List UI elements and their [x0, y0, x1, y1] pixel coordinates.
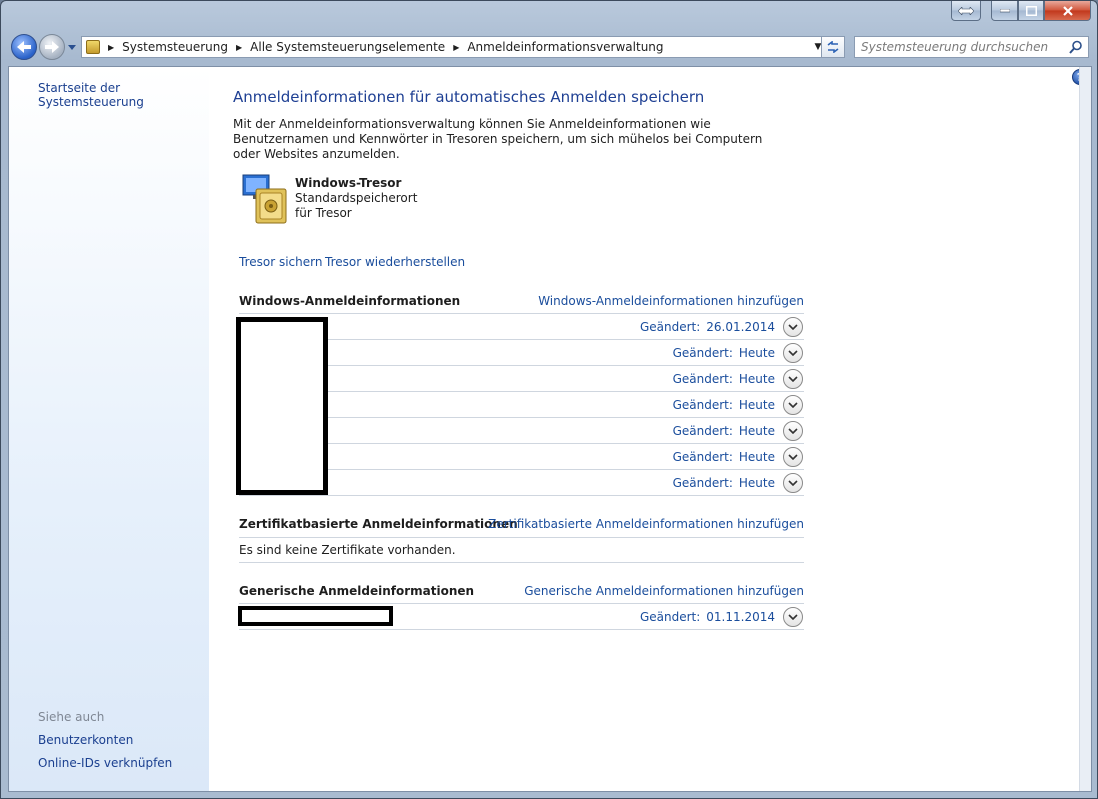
section-title: Zertifikatbasierte Anmeldeinformationen — [239, 517, 518, 531]
arrow-left-icon — [17, 41, 31, 53]
breadcrumb-item[interactable]: Systemsteuerung — [122, 40, 228, 54]
section-title: Windows-Anmeldeinformationen — [239, 294, 461, 308]
search-input[interactable] — [855, 37, 1067, 57]
arrow-right-icon — [45, 41, 59, 53]
expand-icon[interactable] — [783, 606, 803, 627]
content-frame: Startseite der Systemsteuerung Siehe auc… — [8, 66, 1092, 792]
breadcrumb-item[interactable]: Alle Systemsteuerungselemente — [250, 40, 445, 54]
add-windows-credential-link[interactable]: Windows-Anmeldeinformationen hinzufügen — [538, 294, 804, 308]
vault-description-line: für Tresor — [295, 206, 352, 220]
changed-date: Heute — [738, 423, 775, 438]
caption-buttons — [951, 1, 1091, 21]
changed-date: Heute — [738, 397, 775, 412]
refresh-icon — [827, 41, 839, 53]
certificate-credentials-header: Zertifikatbasierte Anmeldeinformationen … — [239, 517, 804, 537]
changed-label: Geändert: — [672, 449, 733, 464]
redacted-generic-credential-name — [238, 606, 393, 626]
user-accounts-link[interactable]: Benutzerkonten — [38, 733, 133, 747]
changed-label: Geändert: — [672, 371, 733, 386]
expand-icon[interactable] — [783, 394, 803, 415]
minimize-icon — [999, 8, 1010, 12]
changed-label: Geändert: — [672, 475, 733, 490]
add-certificate-credential-link[interactable]: Zertifikatbasierte Anmeldeinformationen … — [488, 517, 804, 531]
expand-icon[interactable] — [783, 472, 803, 493]
changed-label: Geändert: — [672, 423, 733, 438]
backup-vault-link[interactable]: Tresor sichern — [239, 255, 322, 269]
maximize-icon — [1025, 5, 1037, 16]
changed-label: Geändert: — [672, 397, 733, 412]
control-panel-home-link[interactable]: Startseite der Systemsteuerung — [38, 81, 209, 109]
close-icon — [1062, 5, 1073, 16]
vault-title: Windows-Tresor — [295, 176, 402, 190]
intro-text: Mit der Anmeldeinformationsverwaltung kö… — [233, 117, 763, 161]
expand-icon[interactable] — [783, 342, 803, 363]
vault-icon — [241, 173, 291, 225]
breadcrumb-arrow-icon[interactable]: ▶ — [236, 43, 242, 52]
changed-label: Geändert: — [639, 319, 701, 334]
forward-button[interactable] — [39, 34, 65, 60]
expand-icon[interactable] — [783, 446, 803, 467]
section-title: Generische Anmeldeinformationen — [239, 584, 475, 598]
link-online-ids-link[interactable]: Online-IDs verknüpfen — [38, 756, 172, 770]
resize-button[interactable] — [951, 1, 981, 21]
search-box[interactable] — [854, 36, 1089, 58]
breadcrumb-arrow-icon[interactable]: ▶ — [453, 43, 459, 52]
address-bar[interactable]: ▶ Systemsteuerung ▶ Alle Systemsteuerung… — [81, 36, 829, 58]
changed-date: 26.01.2014 — [706, 319, 775, 334]
changed-date: Heute — [738, 371, 775, 386]
search-icon[interactable] — [1067, 38, 1085, 56]
task-pane: Startseite der Systemsteuerung Siehe auc… — [9, 67, 209, 791]
see-also-heading: Siehe auch — [38, 710, 105, 724]
windows-credentials-header: Windows-Anmeldeinformationen Windows-Anm… — [239, 294, 804, 314]
changed-date: Heute — [738, 345, 775, 360]
breadcrumb-item[interactable]: Anmeldeinformationsverwaltung — [467, 40, 663, 54]
redacted-credential-names — [236, 317, 328, 495]
add-generic-credential-link[interactable]: Generische Anmeldeinformationen hinzufüg… — [524, 584, 804, 598]
chevron-down-icon — [68, 44, 76, 50]
close-button[interactable] — [1044, 1, 1091, 21]
recent-pages-dropdown[interactable] — [66, 41, 78, 53]
maximize-button[interactable] — [1018, 1, 1044, 21]
minimize-button[interactable] — [991, 1, 1018, 21]
changed-date: Heute — [738, 475, 775, 490]
page-title: Anmeldeinformationen für automatisches A… — [233, 88, 705, 106]
changed-label: Geändert: — [672, 345, 733, 360]
changed-date: Heute — [738, 449, 775, 464]
expand-icon[interactable] — [783, 368, 803, 389]
changed-label: Geändert: — [639, 609, 701, 624]
right-border — [1079, 67, 1091, 791]
vault-description-line: Standardspeicherort — [295, 191, 418, 205]
breadcrumb-arrow-icon[interactable]: ▶ — [108, 43, 114, 52]
expand-icon[interactable] — [783, 420, 803, 441]
explorer-window: ▶ Systemsteuerung ▶ Alle Systemsteuerung… — [0, 0, 1098, 799]
expand-icon[interactable] — [783, 316, 803, 337]
double-arrow-icon — [958, 6, 974, 15]
refresh-button[interactable] — [821, 36, 845, 58]
navigation-bar: ▶ Systemsteuerung ▶ Alle Systemsteuerung… — [9, 31, 1089, 63]
no-certificates-message: Es sind keine Zertifikate vorhanden. — [239, 537, 804, 563]
back-button[interactable] — [11, 34, 37, 60]
restore-vault-link[interactable]: Tresor wiederherstellen — [325, 255, 465, 269]
control-panel-icon — [86, 40, 100, 54]
generic-credentials-header: Generische Anmeldeinformationen Generisc… — [239, 584, 804, 604]
changed-date: 01.11.2014 — [706, 609, 775, 624]
